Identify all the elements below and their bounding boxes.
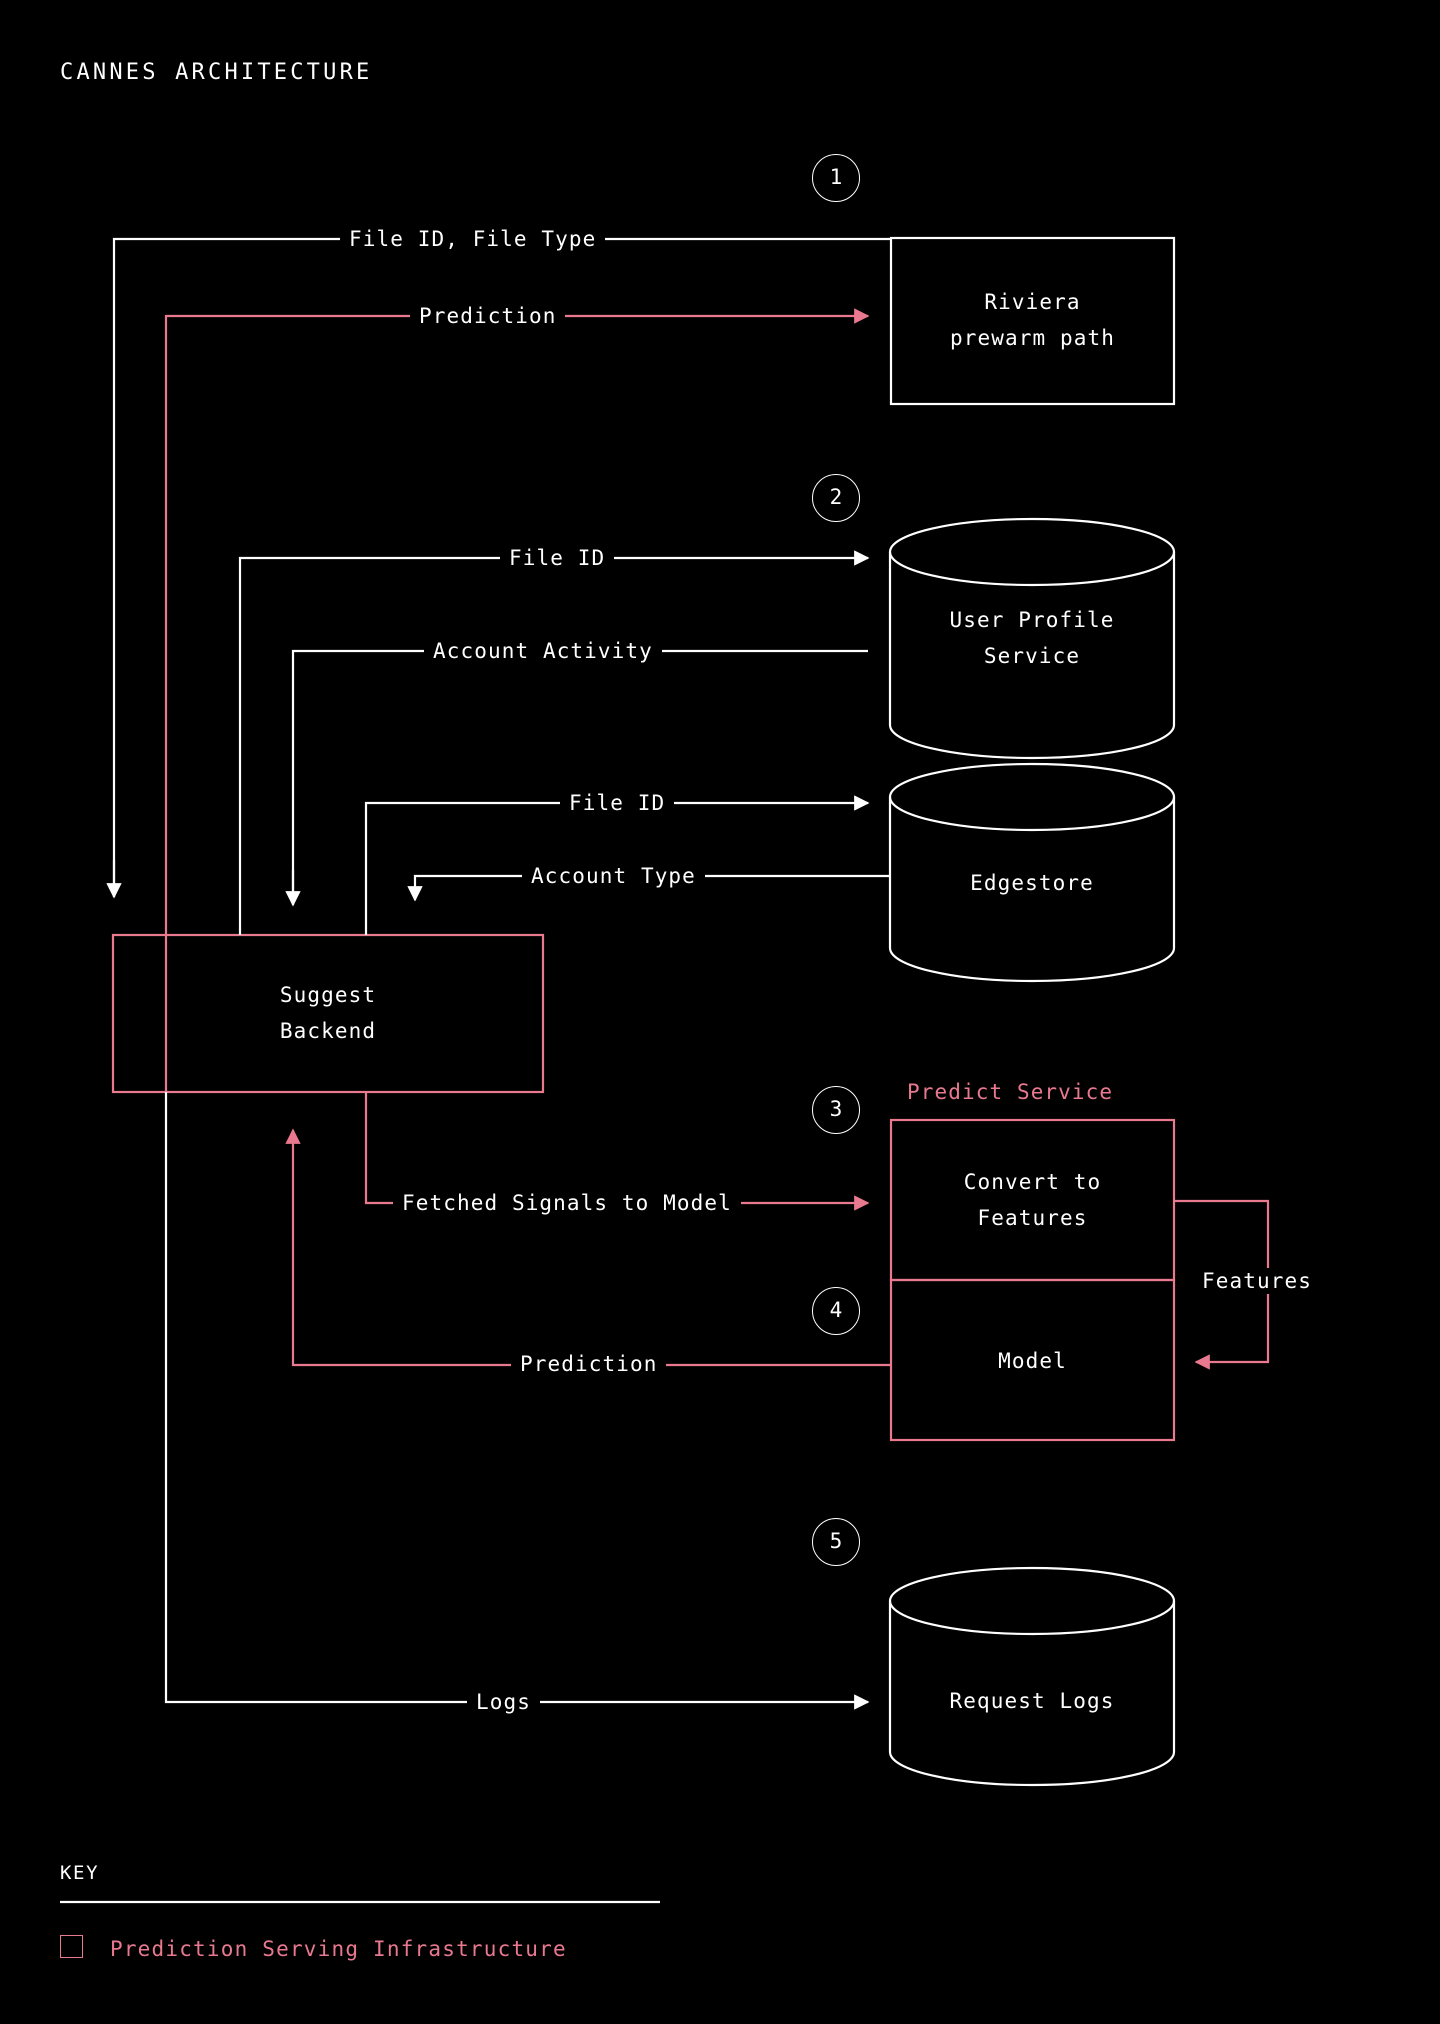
edge-label-file-id-file-type: File ID, File Type <box>340 226 606 252</box>
node-edgestore[interactable] <box>888 762 1176 983</box>
edge-label-fetched-signals-to-model: Fetched Signals to Model <box>393 1190 741 1216</box>
key-swatch-icon <box>60 1935 83 1958</box>
edge-label-account-activity: Account Activity <box>424 638 662 664</box>
node-model[interactable] <box>889 1278 1176 1442</box>
step-badge-5: 5 <box>812 1518 860 1566</box>
key-item-label-prediction-serving-infrastructure: Prediction Serving Infrastructure <box>110 1937 567 1961</box>
edge-label-account-type: Account Type <box>522 863 705 889</box>
group-title-predict-service: Predict Service <box>907 1080 1114 1104</box>
edge-label-prediction-riviera: Prediction <box>410 303 566 329</box>
edge-logs <box>164 1092 870 1710</box>
step-badge-3: 3 <box>812 1086 860 1134</box>
diagram-canvas: CANNES ARCHITECTURE 1 2 3 4 5 Riviera pr… <box>0 0 1440 2024</box>
edge-label-logs: Logs <box>467 1689 540 1715</box>
key-heading: KEY <box>60 1862 100 1884</box>
node-convert-to-features[interactable] <box>889 1118 1176 1282</box>
diagram-graphics <box>60 236 1270 1904</box>
edge-prediction-riviera <box>164 308 870 1092</box>
edge-label-features: Features <box>1193 1268 1321 1294</box>
node-riviera-prewarm-path[interactable] <box>889 236 1176 406</box>
node-request-logs[interactable] <box>888 1566 1176 1787</box>
edge-prediction-model <box>285 1128 890 1367</box>
step-badge-1: 1 <box>812 154 860 202</box>
step-badge-2: 2 <box>812 474 860 522</box>
node-user-profile-service[interactable] <box>888 517 1176 760</box>
edge-label-file-id-user-profile: File ID <box>500 545 615 571</box>
edge-label-prediction-model: Prediction <box>511 1351 667 1377</box>
edge-fetched-signals-to-model <box>364 1092 870 1211</box>
edge-label-file-id-edgestore: File ID <box>560 790 675 816</box>
node-suggest-backend[interactable] <box>111 933 545 1094</box>
step-badge-4: 4 <box>812 1287 860 1335</box>
